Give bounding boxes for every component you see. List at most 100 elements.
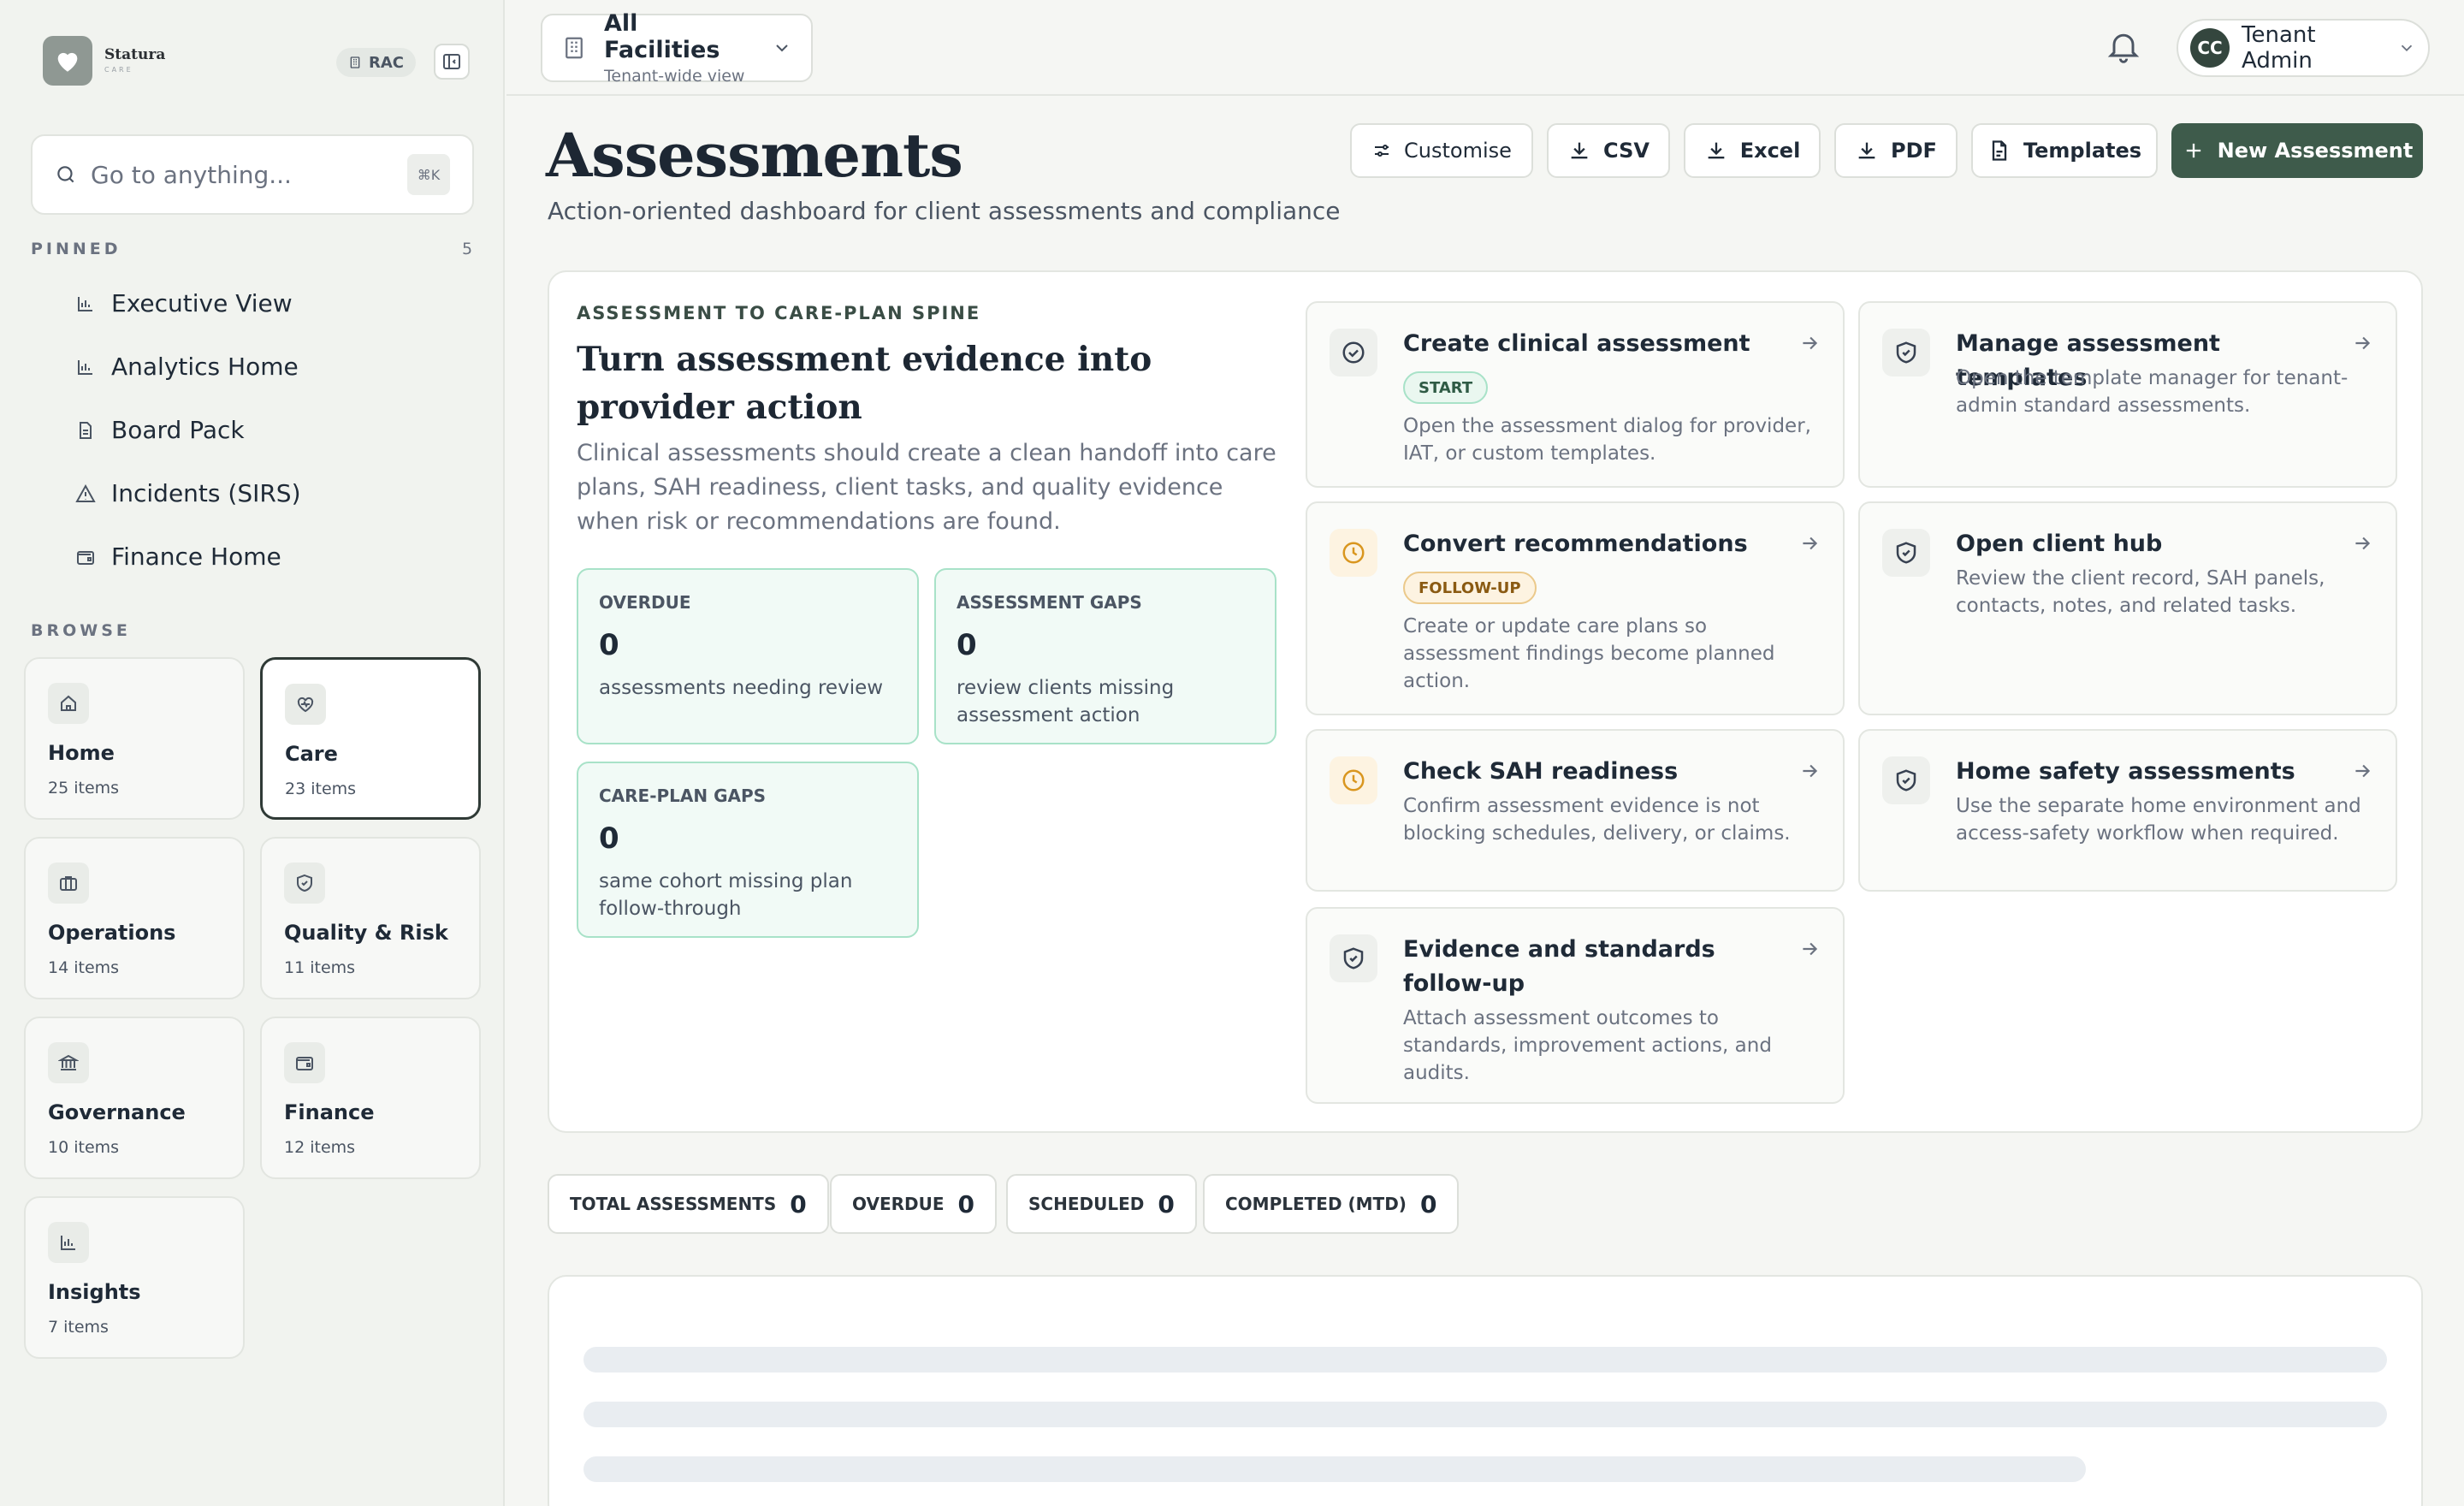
action-open-client-hub[interactable]: Open client hub Review the client record…: [1858, 501, 2397, 715]
building-icon: [566, 37, 583, 59]
browse-card-operations[interactable]: Operations 14 items: [24, 837, 245, 999]
shortcut-badge: ⌘K: [407, 154, 450, 195]
browse-card-governance[interactable]: Governance 10 items: [24, 1017, 245, 1179]
browse-card-title: Operations: [48, 921, 176, 945]
action-convert-recommendations[interactable]: Convert recommendations FOLLOW-UP Create…: [1306, 501, 1845, 715]
excel-label: Excel: [1739, 139, 1801, 163]
stat-label: COMPLETED (MTD): [1225, 1194, 1407, 1214]
pdf-button[interactable]: PDF: [1834, 123, 1958, 178]
skeleton-line: [583, 1456, 2086, 1482]
metric-value: 0: [599, 628, 619, 662]
arrow-right-icon: [1803, 764, 1818, 778]
page-subtitle: Action-oriented dashboard for client ass…: [548, 197, 1341, 225]
stat-scheduled[interactable]: SCHEDULED 0: [1006, 1174, 1197, 1234]
metric-description: same cohort missing plan follow-through: [599, 870, 853, 920]
action-evidence-standards[interactable]: Evidence and standards follow-up Attach …: [1306, 907, 1845, 1104]
heart-logo-icon: [43, 36, 92, 86]
arrow-right-icon: [2355, 537, 2371, 550]
pinned-item-executive-view[interactable]: Executive View: [75, 289, 293, 317]
document-icon: [80, 421, 92, 439]
pinned-item-finance-home[interactable]: Finance Home: [75, 543, 281, 571]
metric-care-plan-gaps[interactable]: CARE-PLAN GAPS 0 same cohort missing pla…: [577, 762, 919, 938]
browse-card-title: Quality & Risk: [284, 921, 448, 945]
brand[interactable]: Statura CARE: [43, 36, 165, 86]
action-home-safety-assessments[interactable]: Home safety assessments Use the separate…: [1858, 729, 2397, 892]
facility-title: All Facilities: [604, 10, 720, 63]
rac-badge[interactable]: RAC: [336, 48, 417, 77]
rac-badge-label: RAC: [369, 53, 405, 72]
chevron-down-icon: [2401, 44, 2413, 52]
metric-assessment-gaps[interactable]: ASSESSMENT GAPS 0 review clients missing…: [934, 568, 1276, 744]
download-icon: [1858, 142, 1875, 159]
action-manage-templates[interactable]: Manage assessment templates Open the tem…: [1858, 301, 2397, 488]
user-name: Tenant Admin: [2242, 22, 2316, 74]
templates-label: Templates: [2023, 139, 2142, 163]
templates-button[interactable]: Templates: [1971, 123, 2158, 178]
browse-card-insights[interactable]: Insights 7 items: [24, 1196, 245, 1359]
action-create-clinical-assessment[interactable]: Create clinical assessment START Open th…: [1306, 301, 1845, 488]
stat-total-assessments[interactable]: TOTAL ASSESSMENTS 0: [548, 1174, 829, 1234]
stat-value: 0: [957, 1189, 974, 1218]
wallet-icon: [77, 550, 94, 565]
search-input[interactable]: [91, 160, 394, 189]
facility-selector[interactable]: All Facilities Tenant-wide view: [541, 10, 813, 86]
excel-button[interactable]: Excel: [1684, 123, 1821, 178]
browse-card-title: Insights: [48, 1280, 141, 1304]
csv-button[interactable]: CSV: [1547, 123, 1670, 178]
home-icon: [48, 683, 89, 724]
pinned-item-incidents[interactable]: Incidents (SIRS): [75, 479, 301, 507]
browse-card-title: Home: [48, 741, 115, 765]
browse-card-title: Care: [285, 742, 338, 766]
action-description: Open the template manager for tenant-adm…: [1956, 367, 2348, 417]
collapse-sidebar-button[interactable]: [434, 44, 470, 80]
new-assessment-label: New Assessment: [2217, 139, 2414, 163]
shield-check-icon: [1882, 329, 1930, 376]
browse-label: BROWSE: [31, 621, 131, 640]
metric-value: 0: [957, 628, 977, 662]
action-description: Confirm assessment evidence is not block…: [1403, 795, 1791, 845]
search-box[interactable]: ⌘K: [31, 134, 474, 215]
metric-overdue[interactable]: OVERDUE 0 assessments needing review: [577, 568, 919, 744]
stat-value: 0: [1158, 1189, 1175, 1218]
notifications-button[interactable]: [2105, 27, 2142, 68]
pinned-item-label: Board Pack: [111, 416, 245, 444]
browse-card-title: Finance: [284, 1100, 375, 1124]
download-icon: [1571, 142, 1588, 159]
wallet-icon: [284, 1042, 325, 1083]
bar-chart-icon: [48, 1222, 89, 1263]
building-icon: [350, 56, 360, 68]
user-menu[interactable]: CC Tenant Admin: [2177, 19, 2430, 77]
browse-card-title: Governance: [48, 1100, 186, 1124]
action-title: Evidence and standards follow-up: [1403, 936, 1715, 997]
new-assessment-button[interactable]: New Assessment: [2171, 123, 2423, 178]
shield-check-icon: [1882, 756, 1930, 804]
shield-check-icon: [284, 863, 325, 904]
page-title: Assessments: [546, 120, 963, 191]
bar-chart-icon: [78, 296, 92, 311]
browse-card-care[interactable]: Care 23 items: [260, 657, 481, 820]
browse-card-count: 11 items: [284, 958, 356, 977]
stat-overdue[interactable]: OVERDUE 0: [830, 1174, 997, 1234]
browse-card-home[interactable]: Home 25 items: [24, 657, 245, 820]
chevron-down-icon: [776, 44, 788, 52]
bar-chart-icon: [78, 359, 92, 375]
warning-icon: [75, 483, 96, 502]
browse-card-count: 12 items: [284, 1138, 356, 1157]
shield-check-icon: [1882, 529, 1930, 577]
browse-card-quality-risk[interactable]: Quality & Risk 11 items: [260, 837, 481, 999]
browse-card-count: 7 items: [48, 1318, 109, 1337]
stat-completed-mtd[interactable]: COMPLETED (MTD) 0: [1203, 1174, 1460, 1234]
action-check-sah-readiness[interactable]: Check SAH readiness Confirm assessment e…: [1306, 729, 1845, 892]
customise-button[interactable]: Customise: [1350, 123, 1533, 178]
arrow-right-icon: [1803, 336, 1818, 350]
topbar: All Facilities Tenant-wide view CC Tenan…: [506, 0, 2464, 96]
pinned-item-label: Analytics Home: [111, 353, 299, 381]
check-circle-icon: [1330, 329, 1377, 376]
assessments-list-loading: [548, 1275, 2423, 1506]
arrow-right-icon: [1803, 537, 1818, 550]
pinned-item-analytics-home[interactable]: Analytics Home: [75, 353, 299, 381]
facility-subtitle: Tenant-wide view: [604, 67, 745, 86]
pinned-item-board-pack[interactable]: Board Pack: [75, 416, 245, 444]
customise-label: Customise: [1404, 139, 1512, 163]
browse-card-finance[interactable]: Finance 12 items: [260, 1017, 481, 1179]
